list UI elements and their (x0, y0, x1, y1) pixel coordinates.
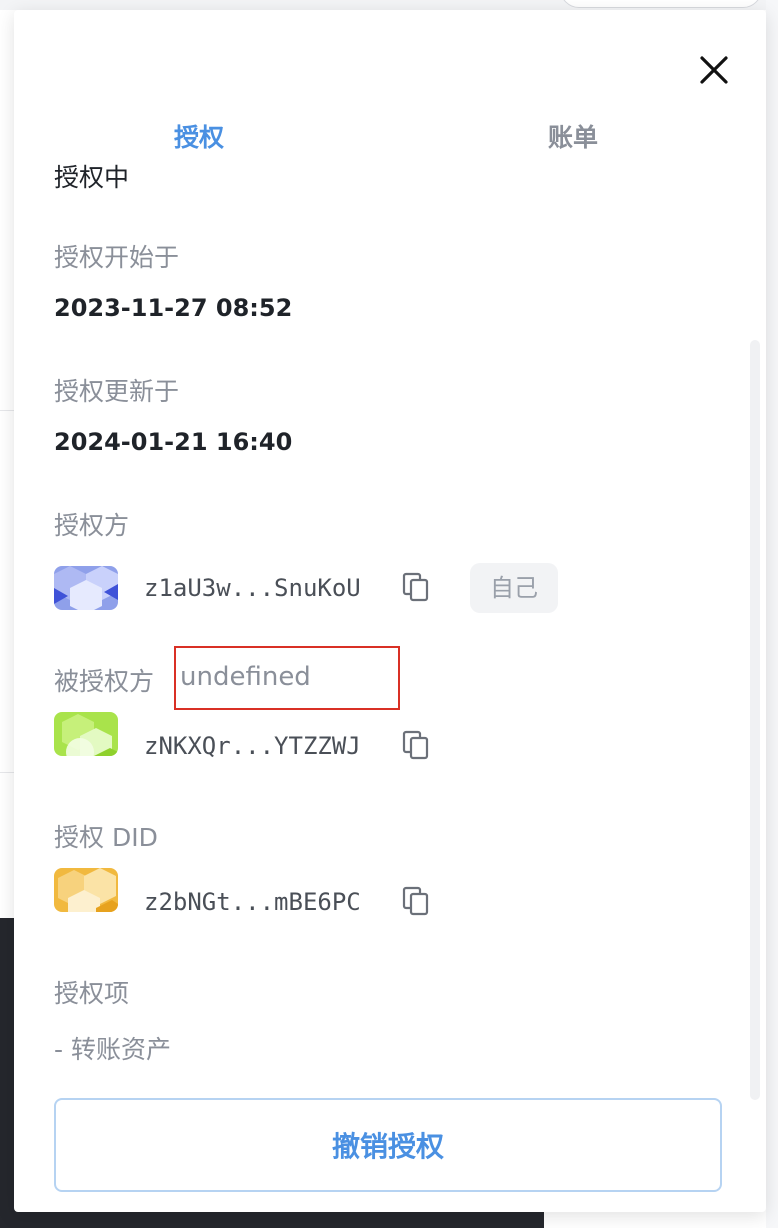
grantor-avatar (54, 566, 118, 610)
revoke-authorization-button[interactable]: 撤销授权 (54, 1098, 722, 1192)
copy-icon[interactable] (402, 886, 430, 916)
auth-did-value: z2bNGt...mBE6PC (144, 888, 361, 916)
auth-did-label: 授权 DID (54, 823, 158, 852)
authorization-detail-modal: 授权 账单 授权中 授权开始于 2023-11-27 08:52 授权更新于 2… (14, 10, 766, 1212)
updated-time-label: 授权更新于 (54, 377, 180, 406)
copy-icon[interactable] (402, 730, 430, 760)
background-search-pill (560, 0, 762, 8)
grantee-did: zNKXQr...YTZZWJ (144, 732, 361, 760)
auth-did-avatar (54, 868, 118, 912)
tab-bills[interactable]: 账单 (548, 118, 598, 154)
tab-authorization[interactable]: 授权 (174, 118, 224, 154)
updated-time-value: 2024-01-21 16:40 (54, 428, 293, 456)
grantor-label: 授权方 (54, 511, 130, 540)
authorization-status: 授权中 (54, 163, 130, 192)
scope-label: 授权项 (54, 979, 130, 1008)
copy-icon[interactable] (402, 572, 430, 602)
grantee-label: 被授权方 (54, 667, 155, 696)
background-page-edge (766, 0, 778, 1228)
start-time-label: 授权开始于 (54, 243, 180, 272)
scrollbar[interactable] (750, 340, 760, 1100)
grantor-did: z1aU3w...SnuKoU (144, 574, 361, 602)
self-badge: 自己 (470, 563, 558, 613)
background-divider (0, 772, 14, 773)
start-time-value: 2023-11-27 08:52 (54, 294, 293, 322)
grantee-undefined-text: undefined (180, 662, 311, 692)
scope-item: - 转账资产 (54, 1035, 171, 1064)
close-icon[interactable] (694, 50, 734, 90)
grantee-avatar (54, 712, 118, 756)
background-divider (0, 410, 14, 411)
